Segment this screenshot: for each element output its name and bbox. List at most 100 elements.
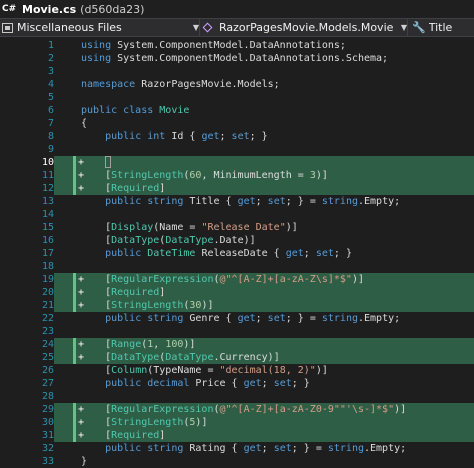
code-text: using System.ComponentModel.DataAnnotati… xyxy=(81,39,346,52)
code-token: StringLength xyxy=(111,170,184,181)
code-token: )] xyxy=(394,404,407,415)
code-line[interactable]: 16 [DataType(DataType.Date)] xyxy=(0,234,474,247)
code-token: get xyxy=(243,443,262,454)
code-token: Rating { xyxy=(189,443,244,454)
code-token: Genre { xyxy=(189,313,238,324)
change-marker xyxy=(73,286,76,299)
code-line[interactable]: 2 using System.ComponentModel.DataAnnotat… xyxy=(0,52,474,65)
code-line-added[interactable]: 12 + [Required] xyxy=(0,182,474,195)
code-token: .Date)] xyxy=(213,235,256,246)
code-token: public string xyxy=(105,443,190,454)
code-line-added[interactable]: 11 + [StringLength(60, MinimumLength = 3)… xyxy=(0,169,474,182)
code-line[interactable]: 5 xyxy=(0,91,474,104)
code-token: DateTime xyxy=(147,248,202,259)
code-line[interactable]: 27 public decimal Price { get; set; } xyxy=(0,377,474,390)
code-line[interactable]: 8 public int Id { get; set; } xyxy=(0,130,474,143)
document-tab[interactable]: C# Movie.cs (d560da23) xyxy=(0,0,474,18)
code-line[interactable]: 18 xyxy=(0,260,474,273)
line-number: 26 xyxy=(41,365,54,376)
code-token: Range xyxy=(111,339,142,350)
code-line[interactable]: 3 xyxy=(0,65,474,78)
line-number: 3 xyxy=(47,66,54,77)
code-line-added[interactable]: 20 + [Required] xyxy=(0,286,474,299)
change-marker xyxy=(73,182,76,195)
code-token: string xyxy=(321,313,358,324)
code-token: )] xyxy=(183,339,196,350)
code-token: [ xyxy=(81,274,112,285)
code-line-added[interactable]: 24 + [Range(1, 100)] xyxy=(0,338,474,351)
code-token: [ xyxy=(81,222,112,233)
code-token: ] xyxy=(159,287,166,298)
code-token: 100 xyxy=(165,339,184,350)
member-dropdown[interactable]: 🔧 Title xyxy=(408,19,474,36)
code-text: [StringLength(5)] xyxy=(81,416,207,429)
code-token: RegularExpression xyxy=(111,274,214,285)
code-line[interactable]: 23 xyxy=(0,325,474,338)
code-line[interactable]: 33} xyxy=(0,455,474,468)
code-line-added[interactable]: 30 + [StringLength(5)] xyxy=(0,416,474,429)
code-line[interactable]: 22 public string Genre { get; set; } = s… xyxy=(0,312,474,325)
code-token: [ xyxy=(81,417,112,428)
code-text: public int Id { get; set; } xyxy=(81,130,268,143)
code-token: [ xyxy=(81,300,112,311)
code-token: [ xyxy=(81,352,112,363)
code-line[interactable]: 9 xyxy=(0,143,474,156)
code-text: [RegularExpression(@"^[A-Z]+[a-zA-Z\s]*$… xyxy=(81,273,364,286)
code-text: public DateTime ReleaseDate { get; set; … xyxy=(81,247,352,260)
code-line-added[interactable]: 29 + [RegularExpression(@"^[A-Z]+[a-zA-Z0… xyxy=(0,403,474,416)
code-token: public string xyxy=(105,196,190,207)
code-token: ReleaseDate { xyxy=(201,248,286,259)
code-line-added[interactable]: 31 + [Required] xyxy=(0,429,474,442)
line-number: 21 xyxy=(0,299,54,312)
code-text: [Required] xyxy=(81,182,165,195)
code-token: ; xyxy=(255,196,268,207)
change-marker xyxy=(73,169,76,182)
code-line[interactable]: 1 using System.ComponentModel.DataAnnotat… xyxy=(0,39,474,52)
code-text: public string Title { get; set; } = stri… xyxy=(81,195,400,208)
code-line[interactable]: 28 xyxy=(0,390,474,403)
line-number: 15 xyxy=(41,222,54,233)
code-line[interactable]: 15 [Display(Name = "Release Date")] xyxy=(0,221,474,234)
code-line-added[interactable]: 21 + [StringLength(30)] xyxy=(0,299,474,312)
code-line[interactable]: 26 [Column(TypeName = "decimal(18, 2)")] xyxy=(0,364,474,377)
line-number: 2 xyxy=(47,53,54,64)
chevron-down-icon: ▼ xyxy=(192,23,199,32)
code-token: "Release Date" xyxy=(201,222,286,233)
code-token: DataType xyxy=(111,352,160,363)
code-token: System.ComponentModel.DataAnnotations; xyxy=(117,40,346,51)
code-text: [Display(Name = "Release Date")] xyxy=(81,221,298,234)
tab-commit-hash: (d560da23) xyxy=(80,2,145,16)
code-text: [RegularExpression(@"^[A-Z]+[a-zA-Z0-9""… xyxy=(81,403,406,416)
code-token: set xyxy=(267,313,286,324)
code-token: string xyxy=(321,196,358,207)
code-token: [ xyxy=(81,339,112,350)
code-line[interactable]: 13 public string Title { get; set; } = s… xyxy=(0,195,474,208)
code-line[interactable]: 14 xyxy=(0,208,474,221)
project-dropdown[interactable]: Miscellaneous Files ▼ xyxy=(0,19,200,36)
code-token: ; xyxy=(261,443,274,454)
code-token: ] xyxy=(159,183,166,194)
code-line[interactable]: 6 public class Movie xyxy=(0,104,474,117)
code-token: System.ComponentModel.DataAnnotations.Sc… xyxy=(117,53,389,64)
change-marker xyxy=(73,299,76,312)
code-line-added[interactable]: 19 + [RegularExpression(@"^[A-Z]+[a-zA-Z\… xyxy=(0,273,474,286)
code-token: get xyxy=(201,131,220,142)
code-line[interactable]: 17 public DateTime ReleaseDate { get; se… xyxy=(0,247,474,260)
code-token: get xyxy=(237,313,256,324)
code-line-added[interactable]: 25 + [DataType(DataType.Currency)] xyxy=(0,351,474,364)
code-token: .Empty; xyxy=(364,443,407,454)
member-dropdown-label: Title xyxy=(428,21,453,34)
code-line[interactable]: 7{ xyxy=(0,117,474,130)
line-number: 27 xyxy=(41,378,54,389)
code-token: (Name = xyxy=(153,222,202,233)
code-line[interactable]: 32 public string Rating { get; set; } = … xyxy=(0,442,474,455)
line-number: 33 xyxy=(41,456,54,467)
type-dropdown[interactable]: RazorPagesMovie.Models.Movie ▼ xyxy=(200,19,408,36)
code-token: @"^[A-Z]+[a-zA-Z\s]*$" xyxy=(219,274,352,285)
code-editor[interactable]: 1 using System.ComponentModel.DataAnnotat… xyxy=(0,37,474,467)
code-line-added[interactable]: 10 + xyxy=(0,156,474,169)
code-line[interactable]: 4 namespace RazorPagesMovie.Models; xyxy=(0,78,474,91)
code-token: @"^[A-Z]+[a-zA-Z0-9""'\s-]*$" xyxy=(219,404,395,415)
line-number: 23 xyxy=(41,326,54,337)
